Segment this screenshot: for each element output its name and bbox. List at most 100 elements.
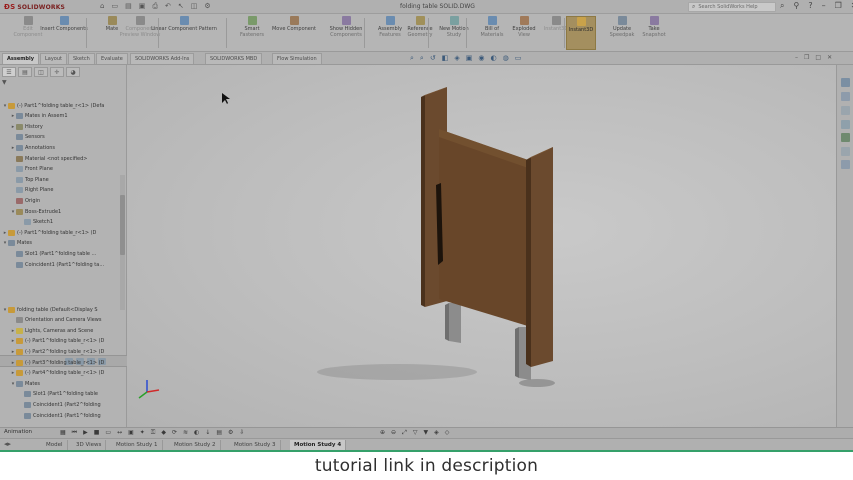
forum-icon[interactable]: [841, 160, 850, 169]
app-logo[interactable]: ƉS SOLIDWORKS: [4, 2, 65, 12]
motion-tree-item[interactable]: Orientation and Camera Views: [0, 316, 102, 325]
motion-tree-item[interactable]: ▸ (-) Part3^folding table_r<1> (D: [0, 358, 104, 367]
tree-item[interactable]: Right Plane: [0, 186, 53, 195]
view-orientation-icon[interactable]: ◈: [454, 54, 459, 63]
tree-item[interactable]: Sketch1: [0, 218, 53, 227]
tree-item[interactable]: ▾ Mates: [0, 239, 32, 248]
options-icon[interactable]: ⚙: [204, 2, 210, 11]
table-post-right[interactable]: [526, 147, 553, 367]
motion-tree-item[interactable]: ▾ Mates: [0, 379, 40, 388]
tree-item[interactable]: ▸ Annotations: [0, 143, 55, 152]
results-icon[interactable]: ▤: [216, 429, 222, 437]
minimize-icon[interactable]: –: [822, 1, 826, 11]
bottom-tab-3d-views[interactable]: 3D Views: [72, 440, 107, 450]
command-tab-evaluate[interactable]: Evaluate: [96, 53, 128, 64]
ribbon-tool-6[interactable]: Move Component: [270, 16, 318, 32]
tree-item[interactable]: Slot1 (Part1^folding table ...: [0, 249, 96, 258]
filter-selected-icon[interactable]: ◈: [434, 429, 439, 437]
undo-icon[interactable]: ↶: [165, 2, 171, 11]
gravity-icon[interactable]: ↓: [205, 429, 210, 437]
save-icon[interactable]: ▣: [139, 2, 146, 11]
contact-icon[interactable]: ◐: [194, 429, 199, 437]
zoom-fit-timeline-icon[interactable]: ⤢: [402, 429, 407, 437]
viewport-restore-icon[interactable]: ❐: [804, 54, 809, 61]
zoom-area-icon[interactable]: ⌕: [420, 54, 424, 63]
study-type-label[interactable]: Animation: [4, 429, 32, 435]
bottom-tab-motion-study-1[interactable]: Motion Study 1: [112, 440, 163, 450]
command-tab-solidworks-add-ins[interactable]: SOLIDWORKS Add-Ins: [130, 53, 195, 64]
bottom-tab-motion-study-2[interactable]: Motion Study 2: [170, 440, 221, 450]
stop-icon[interactable]: ■: [94, 429, 100, 437]
motion-tree-item[interactable]: ▸ (-) Part2^folding table_r<1> (D: [0, 347, 104, 356]
tab-scroll-icon[interactable]: ◂▸: [4, 440, 11, 448]
filter-icon[interactable]: ▼: [2, 79, 7, 86]
command-tab-layout[interactable]: Layout: [40, 53, 67, 64]
ribbon-tool-16[interactable]: Take Snapshot: [630, 16, 678, 38]
property-manager-tab-icon[interactable]: ▤: [18, 67, 32, 77]
playback-mode-icon[interactable]: ↔: [117, 429, 122, 437]
zoom-in-timeline-icon[interactable]: ⊕: [380, 429, 385, 437]
command-tab-flow-simulation[interactable]: Flow Simulation: [272, 53, 322, 64]
motion-tree-item[interactable]: Coincident1 (Part1^folding: [0, 411, 101, 420]
tree-item[interactable]: Coincident1 (Part1^folding ta...: [0, 260, 104, 269]
motor-icon[interactable]: ⟳: [172, 429, 177, 437]
hide-show-icon[interactable]: ◉: [478, 54, 484, 63]
solidworks-resources-icon[interactable]: [841, 78, 850, 87]
select-icon[interactable]: ↖: [178, 2, 184, 11]
motion-tree-item[interactable]: Slot1 (Part1^folding table: [0, 390, 98, 399]
help-icon[interactable]: ?: [808, 1, 812, 11]
graphics-viewport[interactable]: [127, 65, 836, 427]
save-animation-icon[interactable]: ▣: [128, 429, 134, 437]
calculate-icon[interactable]: ▦: [60, 429, 66, 437]
restore-icon[interactable]: ❐: [835, 1, 842, 11]
tree-item[interactable]: Top Plane: [0, 175, 49, 184]
table-top-panel[interactable]: [436, 129, 531, 327]
rebuild-icon[interactable]: ◫: [191, 2, 198, 11]
design-library-icon[interactable]: [841, 92, 850, 101]
tree-item[interactable]: ▸ (-) Part1^folding table_r<1> (D: [0, 228, 96, 237]
viewport-close-icon[interactable]: ✕: [827, 54, 832, 61]
play-from-start-icon[interactable]: ⏮: [72, 429, 77, 437]
tree-item[interactable]: Material <not specified>: [0, 154, 87, 163]
zoom-fit-icon[interactable]: ⌕: [410, 54, 414, 63]
study-properties-icon[interactable]: ⚙: [228, 429, 233, 437]
motion-tree-item[interactable]: ▸ Lights, Cameras and Scene: [0, 326, 93, 335]
tree-item[interactable]: Origin: [0, 196, 40, 205]
motion-tree-item[interactable]: ▾ folding table (Default<Display S: [0, 305, 98, 314]
appearances-icon[interactable]: [841, 133, 850, 142]
section-view-icon[interactable]: ◧: [442, 54, 449, 63]
playback-speed-icon[interactable]: ▭: [105, 429, 111, 437]
tree-item[interactable]: Front Plane: [0, 165, 53, 174]
dimxpert-tab-icon[interactable]: ✛: [50, 67, 64, 77]
motion-tree-item[interactable]: ▸ (-) Part4^folding table_r<1> (D: [0, 369, 104, 378]
ribbon-tool-4[interactable]: Linear Component Pattern: [151, 16, 217, 32]
search-input[interactable]: ⌕ Search SolidWorks Help: [688, 2, 776, 12]
motion-tree-item[interactable]: Coincident1 (Part2^folding: [0, 400, 101, 409]
apply-scene-icon[interactable]: ◍: [503, 54, 509, 63]
tree-item[interactable]: Sensors: [0, 133, 45, 142]
display-style-icon[interactable]: ▣: [466, 54, 473, 63]
ribbon-tool-5[interactable]: Smart Fasteners: [228, 16, 276, 38]
bottom-tab-motion-study-4[interactable]: Motion Study 4: [290, 440, 347, 450]
tree-item[interactable]: ▾ (-) Part1^folding table_r<1> (Defa: [0, 101, 104, 110]
tree-item[interactable]: ▸ Mates in Assem1: [0, 112, 68, 121]
file-explorer-icon[interactable]: [841, 106, 850, 115]
zoom-out-timeline-icon[interactable]: ⊖: [391, 429, 396, 437]
help-search-icon[interactable]: ⌕: [780, 1, 784, 11]
tree-scrollbar-thumb[interactable]: [120, 195, 125, 255]
view-settings-icon[interactable]: ▭: [515, 54, 522, 63]
filter-driving-icon[interactable]: ▼: [424, 429, 429, 437]
ribbon-tool-7[interactable]: Show Hidden Components: [322, 16, 370, 38]
command-tab-sketch[interactable]: Sketch: [68, 53, 95, 64]
collapse-timeline-icon[interactable]: ⇩: [239, 429, 244, 437]
feature-manager-tab-icon[interactable]: ☰: [2, 67, 16, 77]
spring-icon[interactable]: ≋: [183, 429, 188, 437]
table-leg-left[interactable]: [445, 303, 461, 343]
command-tab-assembly[interactable]: Assembly: [2, 53, 39, 64]
autokey-icon[interactable]: ⚿: [151, 429, 156, 437]
user-icon[interactable]: ⚲: [793, 1, 799, 11]
new-document-icon[interactable]: ▭: [111, 2, 118, 11]
filter-results-icon[interactable]: ◇: [445, 429, 450, 437]
configuration-manager-tab-icon[interactable]: ◫: [34, 67, 48, 77]
edit-appearance-icon[interactable]: ◐: [490, 54, 496, 63]
